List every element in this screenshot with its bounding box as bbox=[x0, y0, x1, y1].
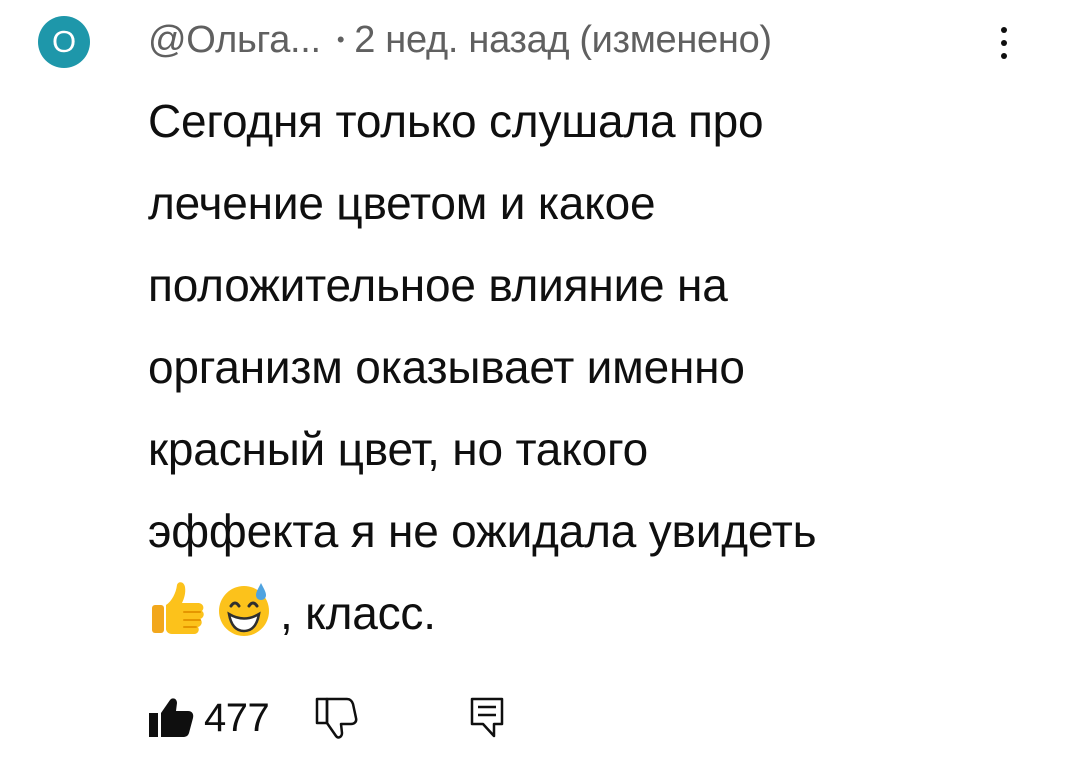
more-dot bbox=[1001, 40, 1007, 46]
comment-line: организм оказывает именно bbox=[148, 341, 745, 393]
comment-timestamp: 2 нед. назад bbox=[354, 18, 570, 61]
like-count: 477 bbox=[204, 696, 270, 740]
comment-header: @Ольга... • 2 нед. назад (изменено) bbox=[148, 14, 772, 66]
comment-body: Сегодня только слушала про лечение цвето… bbox=[148, 80, 1048, 664]
comment-line: Сегодня только слушала про bbox=[148, 95, 764, 147]
comment-line: положительное влияние на bbox=[148, 259, 728, 311]
reply-comment-icon[interactable] bbox=[466, 696, 510, 740]
edited-label: (изменено) bbox=[579, 18, 772, 61]
grinning-sweat-emoji-icon bbox=[214, 579, 274, 664]
comment-line: лечение цветом и какое bbox=[148, 177, 656, 229]
comment-actions: 477 bbox=[148, 690, 568, 746]
author-name[interactable]: @Ольга... bbox=[148, 19, 321, 62]
comment-line-last: , класс. bbox=[148, 572, 1048, 664]
thumbs-up-emoji-icon bbox=[148, 579, 208, 664]
comment-line-tail: , класс. bbox=[280, 587, 436, 639]
comment: О @Ольга... • 2 нед. назад (изменено) Се… bbox=[0, 0, 1080, 757]
thumbs-down-outline-icon[interactable] bbox=[314, 696, 358, 740]
more-dot bbox=[1001, 27, 1007, 33]
more-dot bbox=[1001, 53, 1007, 59]
comment-line: эффекта я не ожидала увидеть bbox=[148, 505, 817, 557]
more-vertical-icon[interactable] bbox=[988, 18, 1020, 68]
thumbs-up-filled-icon[interactable] bbox=[148, 696, 194, 738]
comment-line: красный цвет, но такого bbox=[148, 423, 648, 475]
avatar-letter: О bbox=[51, 23, 77, 59]
separator-dot: • bbox=[336, 27, 345, 52]
avatar[interactable]: О bbox=[38, 16, 90, 68]
